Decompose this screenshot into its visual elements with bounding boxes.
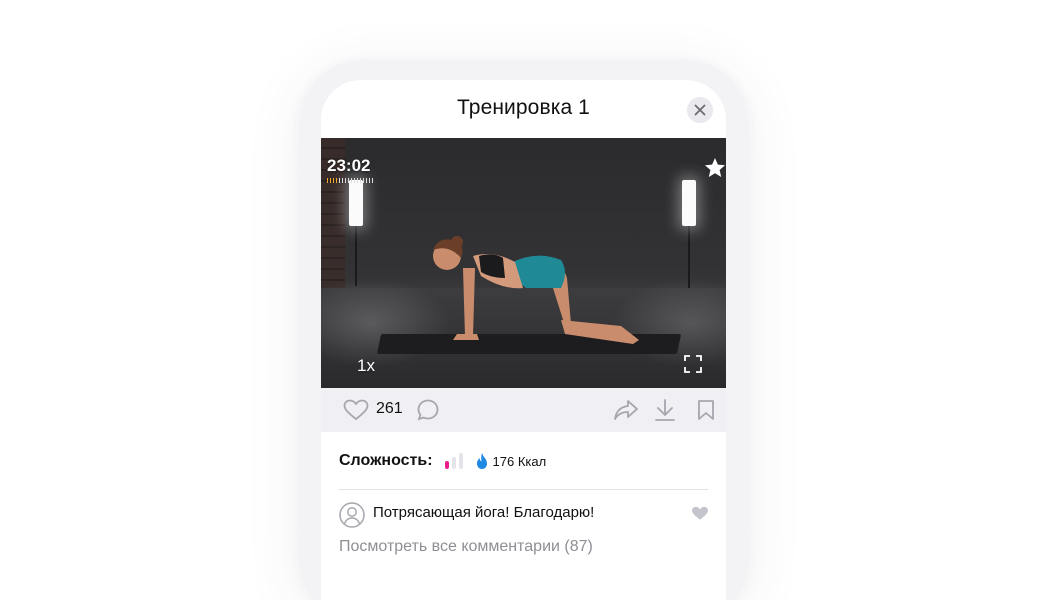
difficulty-bar	[444, 461, 449, 469]
difficulty-label: Сложность:	[339, 452, 433, 469]
comment-like-button[interactable]	[691, 505, 709, 522]
star-icon	[705, 158, 725, 177]
page-title: Тренировка 1	[457, 96, 590, 119]
comment-button[interactable]	[416, 398, 440, 427]
video-progress-bar[interactable]	[327, 178, 373, 183]
calories-value: 176 Ккал	[492, 453, 547, 469]
difficulty-indicator	[444, 453, 465, 469]
like-button[interactable]	[343, 399, 369, 426]
difficulty-bar	[451, 457, 456, 469]
action-bar: 261	[321, 388, 726, 432]
difficulty-bar	[458, 453, 463, 469]
heart-outline-icon	[343, 399, 369, 421]
video-player[interactable]: 23:02 1x	[321, 138, 726, 388]
heart-filled-icon	[692, 506, 708, 520]
download-button[interactable]	[654, 398, 676, 427]
comment-text: Потрясающая йога! Благодарю!	[373, 504, 595, 521]
header: Тренировка 1	[321, 80, 726, 138]
share-icon	[614, 400, 638, 420]
user-avatar-icon	[339, 502, 365, 528]
bookmark-button[interactable]	[697, 399, 715, 426]
comment-item: Потрясающая йога! Благодарю!	[339, 500, 711, 528]
divider	[339, 489, 708, 490]
likes-count: 261	[376, 400, 403, 417]
favorite-button[interactable]	[703, 156, 726, 180]
flame-icon	[476, 453, 487, 469]
download-icon	[655, 399, 675, 421]
fullscreen-icon	[684, 355, 702, 373]
video-progress-fill	[327, 178, 339, 183]
workout-screen: Тренировка 1 23:02 1x 261 Сложность: 176…	[321, 80, 726, 600]
video-timer: 23:02	[327, 156, 371, 175]
workout-stats: Сложность: 176 Ккал	[339, 450, 546, 472]
view-all-comments-link[interactable]: Посмотреть все комментарии (87)	[339, 538, 593, 556]
fullscreen-button[interactable]	[683, 354, 703, 374]
yoga-figure	[433, 236, 639, 344]
comment-icon	[417, 399, 439, 421]
close-icon	[694, 104, 706, 116]
share-button[interactable]	[613, 399, 639, 426]
close-button[interactable]	[687, 97, 713, 123]
bookmark-icon	[698, 400, 714, 420]
playback-speed-button[interactable]: 1x	[357, 356, 375, 376]
